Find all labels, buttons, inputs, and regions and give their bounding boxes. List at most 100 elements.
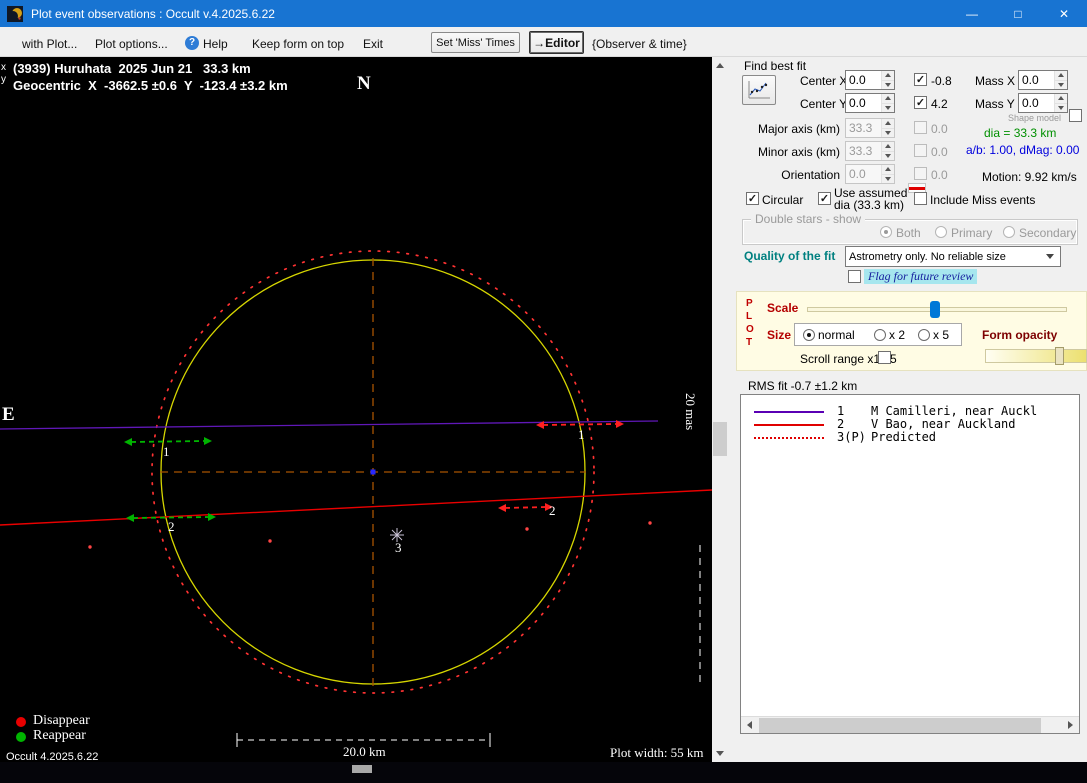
orientation-label: Orientation xyxy=(728,168,840,182)
close-button[interactable]: ✕ xyxy=(1041,0,1087,27)
menubar: with Plot... Plot options... ? Help Keep… xyxy=(0,27,1087,57)
find-best-fit-label: Find best fit xyxy=(744,59,806,73)
center-x-input[interactable] xyxy=(845,70,895,90)
major-axis-checkbox xyxy=(914,121,927,134)
major-axis-offset: 0.0 xyxy=(931,122,948,136)
predicted-label: 3 xyxy=(395,540,402,556)
titlebar[interactable]: Plot event observations : Occult v.4.202… xyxy=(0,0,1087,27)
size-normal-label: normal xyxy=(818,328,855,342)
menu-plot-options[interactable]: Plot options... xyxy=(95,37,168,51)
chord-1-disappear-errorbar xyxy=(543,424,617,425)
chord-1-right-label: 1 xyxy=(578,427,585,443)
double-stars-primary-radio xyxy=(935,226,947,238)
ab-dmag-label: a/b: 1.00, dMag: 0.00 xyxy=(966,143,1079,157)
maximize-button[interactable]: □ xyxy=(995,0,1041,27)
dropdown-arrow-icon[interactable] xyxy=(1043,247,1057,266)
center-x-checkbox[interactable]: ✓ xyxy=(914,73,927,86)
scroll-left-button[interactable] xyxy=(741,717,757,733)
fit-chart-icon xyxy=(746,79,772,101)
disappear-dot xyxy=(16,717,26,727)
circular-checkbox[interactable]: ✓ xyxy=(746,192,759,205)
observer-2-name: V Bao, near Auckland xyxy=(871,417,1016,431)
size-radio-group: normal x 2 x 5 xyxy=(794,323,962,346)
quality-dropdown[interactable]: Astrometry only. No reliable size xyxy=(845,246,1061,267)
plot-letter-t: T xyxy=(746,337,752,348)
observer-2-line-sample xyxy=(754,424,824,426)
shape-model-checkbox[interactable] xyxy=(1069,109,1082,122)
form-opacity-label: Form opacity xyxy=(982,328,1057,342)
mas-scale-label: 20 mas xyxy=(682,393,698,430)
mass-x-input[interactable] xyxy=(1018,70,1068,90)
menu-with-plot[interactable]: with Plot... xyxy=(22,37,77,51)
observer-1-line-sample xyxy=(754,411,824,413)
center-y-label: Center Y xyxy=(800,97,847,111)
center-y-input[interactable] xyxy=(845,93,895,113)
scale-slider-thumb[interactable] xyxy=(930,301,940,318)
size-x5-radio[interactable] xyxy=(918,329,930,341)
opacity-slider-track[interactable] xyxy=(985,349,1087,363)
vertical-scroll-thumb[interactable] xyxy=(713,422,727,456)
use-assumed-label-2: dia (33.3 km) xyxy=(834,198,904,212)
scroll-right-button[interactable] xyxy=(1062,717,1078,733)
chord-2-right-label: 2 xyxy=(549,503,556,519)
plot-vertical-scrollbar[interactable] xyxy=(712,57,728,762)
minimize-button[interactable]: — xyxy=(949,0,995,27)
use-assumed-checkbox[interactable]: ✓ xyxy=(818,192,831,205)
double-stars-both-radio xyxy=(880,226,892,238)
plot-controls-box: P L O T Scale Size normal x 2 x 5 Form o… xyxy=(736,291,1087,371)
center-x-spinner[interactable] xyxy=(881,71,894,89)
set-miss-times-button[interactable]: Set 'Miss' Times xyxy=(431,32,520,53)
help-icon[interactable]: ? xyxy=(185,36,199,50)
center-marker xyxy=(371,470,376,475)
menu-keep-on-top[interactable]: Keep form on top xyxy=(252,37,344,51)
center-y-spinner[interactable] xyxy=(881,94,894,112)
window-title: Plot event observations : Occult v.4.202… xyxy=(31,7,275,21)
double-stars-primary-label: Primary xyxy=(951,226,992,240)
horizontal-scroll-thumb[interactable] xyxy=(759,718,1041,733)
rms-label: RMS fit -0.7 ±1.2 km xyxy=(748,379,857,393)
listbox-horizontal-scrollbar[interactable] xyxy=(741,716,1079,733)
shape-model-label: Shape model xyxy=(1008,113,1061,123)
chord-2-line xyxy=(0,490,712,525)
observer-3-name: Predicted xyxy=(871,430,936,444)
editor-button[interactable]: →Editor xyxy=(529,31,584,54)
menu-exit[interactable]: Exit xyxy=(363,37,383,51)
size-x2-radio[interactable] xyxy=(874,329,886,341)
find-best-fit-button[interactable] xyxy=(742,75,776,105)
mass-y-input[interactable] xyxy=(1018,93,1068,113)
mass-y-spinner[interactable] xyxy=(1054,94,1067,112)
north-label: N xyxy=(357,73,371,95)
opacity-slider-thumb[interactable] xyxy=(1055,347,1064,365)
plot-horizontal-scrollbar[interactable] xyxy=(0,762,1087,783)
center-x-label: Center X xyxy=(800,74,847,88)
control-panel: Find best fit Center X ✓ -0.8 Mass X xyxy=(728,57,1087,762)
scroll-down-button[interactable] xyxy=(712,745,728,762)
scroll-up-button[interactable] xyxy=(712,57,728,74)
observer-3-line-sample xyxy=(754,437,824,439)
app-window: Plot event observations : Occult v.4.202… xyxy=(0,0,1087,783)
flag-review-checkbox[interactable] xyxy=(848,270,861,283)
menu-help[interactable]: Help xyxy=(203,37,228,51)
size-normal-radio[interactable] xyxy=(803,329,815,341)
double-stars-secondary-label: Secondary xyxy=(1019,226,1076,240)
include-miss-checkbox[interactable] xyxy=(914,192,927,205)
plot-title-line2: Geocentric X -3662.5 ±0.6 Y -123.4 ±3.2 … xyxy=(13,78,288,93)
clipped-x-label: x xyxy=(1,62,6,73)
plot-width-label: Plot width: 55 km xyxy=(610,745,704,761)
orientation-offset: 0.0 xyxy=(931,168,948,182)
plot-canvas[interactable]: x y (3939) Huruhata 2025 Jun 21 33.3 km … xyxy=(0,57,712,762)
dia-label: dia = 33.3 km xyxy=(984,126,1056,140)
observers-listbox[interactable]: 1 M Camilleri, near Auckl 2 V Bao, near … xyxy=(740,394,1080,734)
mass-x-spinner[interactable] xyxy=(1054,71,1067,89)
chord-2-disappear-errorbar xyxy=(505,507,546,508)
chord-2-left-label: 2 xyxy=(168,519,175,535)
center-x-offset: -0.8 xyxy=(931,74,952,88)
size-x2-label: x 2 xyxy=(889,328,905,342)
east-label: E xyxy=(2,404,15,426)
center-y-checkbox[interactable]: ✓ xyxy=(914,96,927,109)
km-scale-label: 20.0 km xyxy=(343,744,386,760)
motion-label: Motion: 9.92 km/s xyxy=(982,170,1077,184)
bottom-scroll-thumb[interactable] xyxy=(352,765,372,773)
observer-1-name: M Camilleri, near Auckl xyxy=(871,404,1037,418)
scroll-range-checkbox[interactable] xyxy=(878,351,891,364)
